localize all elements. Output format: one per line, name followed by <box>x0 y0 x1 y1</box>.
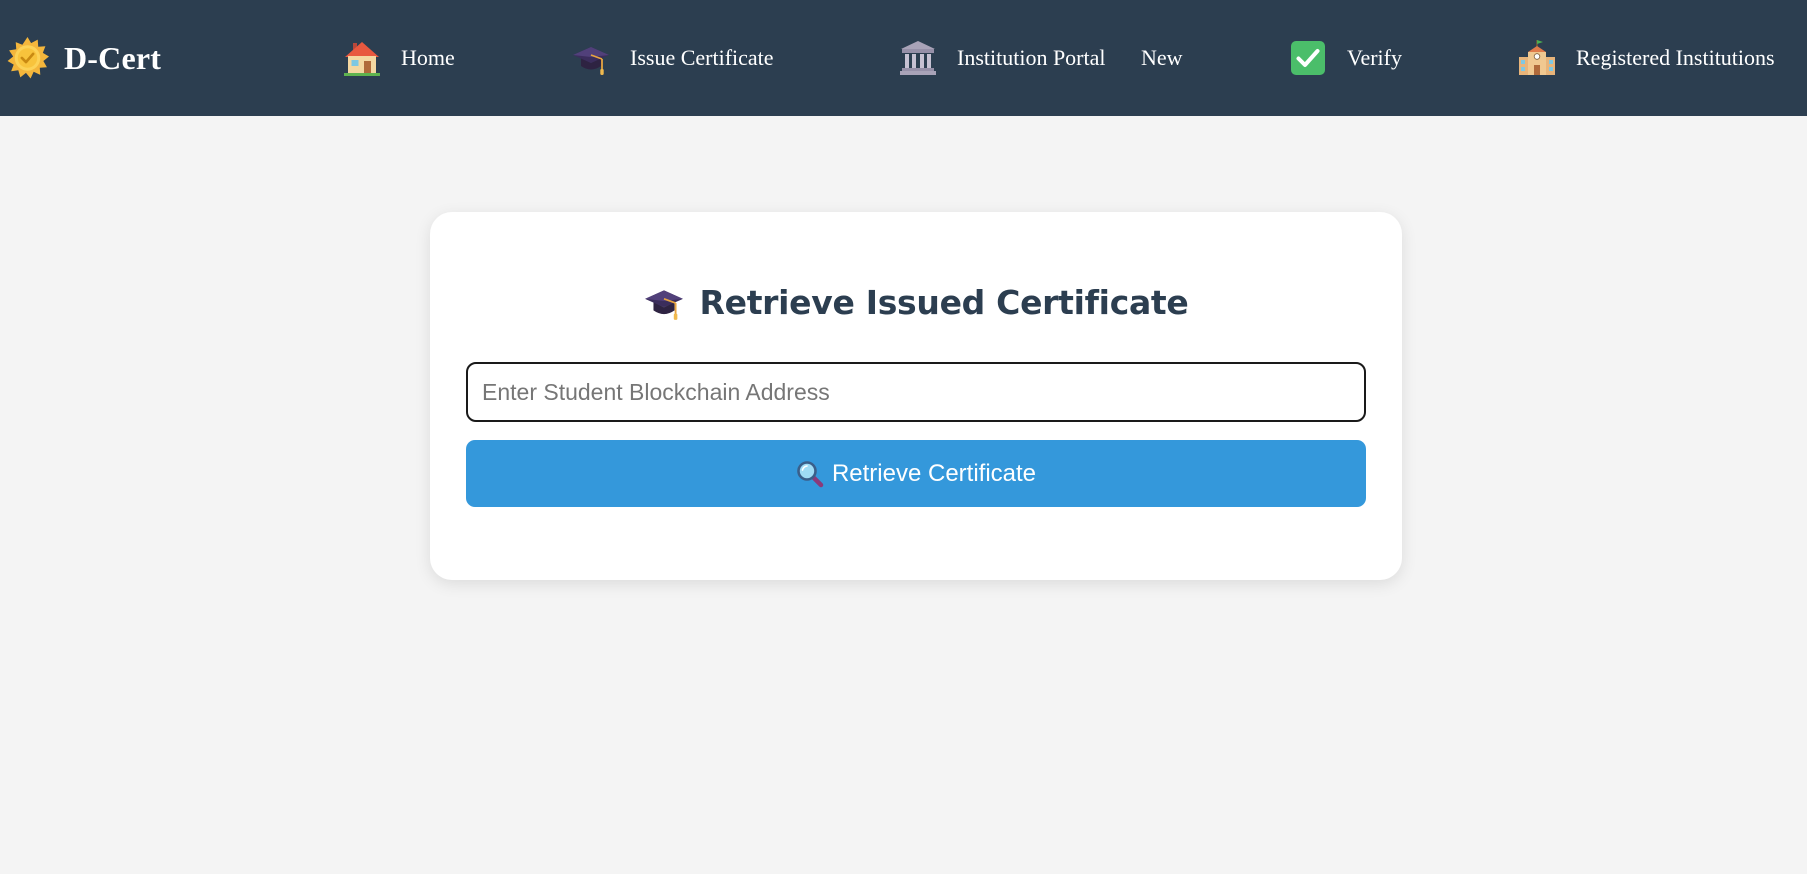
graduation-cap-icon <box>573 47 609 75</box>
graduation-cap-icon <box>644 290 683 320</box>
house-icon <box>344 42 380 76</box>
nav-label-issue-certificate: Issue Certificate <box>630 45 774 70</box>
nav-label-verify: Verify <box>1347 45 1402 70</box>
top-navbar: D-Cert Home Issue Certificate Institutio… <box>0 0 1807 116</box>
nav-item-verify[interactable]: Verify <box>1289 36 1402 80</box>
nav-item-registered-institutions[interactable]: Registered Institutions <box>1518 36 1775 80</box>
card-title: Retrieve Issued Certificate <box>699 282 1189 322</box>
brand-name: D-Cert <box>64 39 162 76</box>
nav-new-badge[interactable]: New <box>1141 36 1183 80</box>
nav-label-institution-portal: Institution Portal <box>957 45 1106 70</box>
nav-item-issue-certificate[interactable]: Issue Certificate <box>572 36 774 80</box>
retrieve-certificate-card: Retrieve Issued Certificate Retrieve Cer… <box>430 212 1402 580</box>
nav-label-home: Home <box>401 45 455 70</box>
card-heading: Retrieve Issued Certificate <box>430 282 1402 322</box>
school-icon <box>1519 40 1555 75</box>
nav-new-label: New <box>1141 45 1183 70</box>
retrieve-button-label: Retrieve Certificate <box>831 459 1037 487</box>
sun-badge-icon <box>7 36 49 78</box>
nav-item-institution-portal[interactable]: Institution Portal <box>899 36 1106 80</box>
student-address-input[interactable] <box>466 362 1366 422</box>
classical-building-icon <box>900 41 936 75</box>
retrieve-certificate-button[interactable]: Retrieve Certificate <box>466 440 1366 507</box>
nav-item-home[interactable]: Home <box>343 36 455 80</box>
check-mark-button-icon <box>1291 41 1325 75</box>
nav-label-registered-institutions: Registered Institutions <box>1576 45 1775 70</box>
magnifying-glass-icon <box>797 460 824 487</box>
brand[interactable]: D-Cert <box>5 32 161 84</box>
